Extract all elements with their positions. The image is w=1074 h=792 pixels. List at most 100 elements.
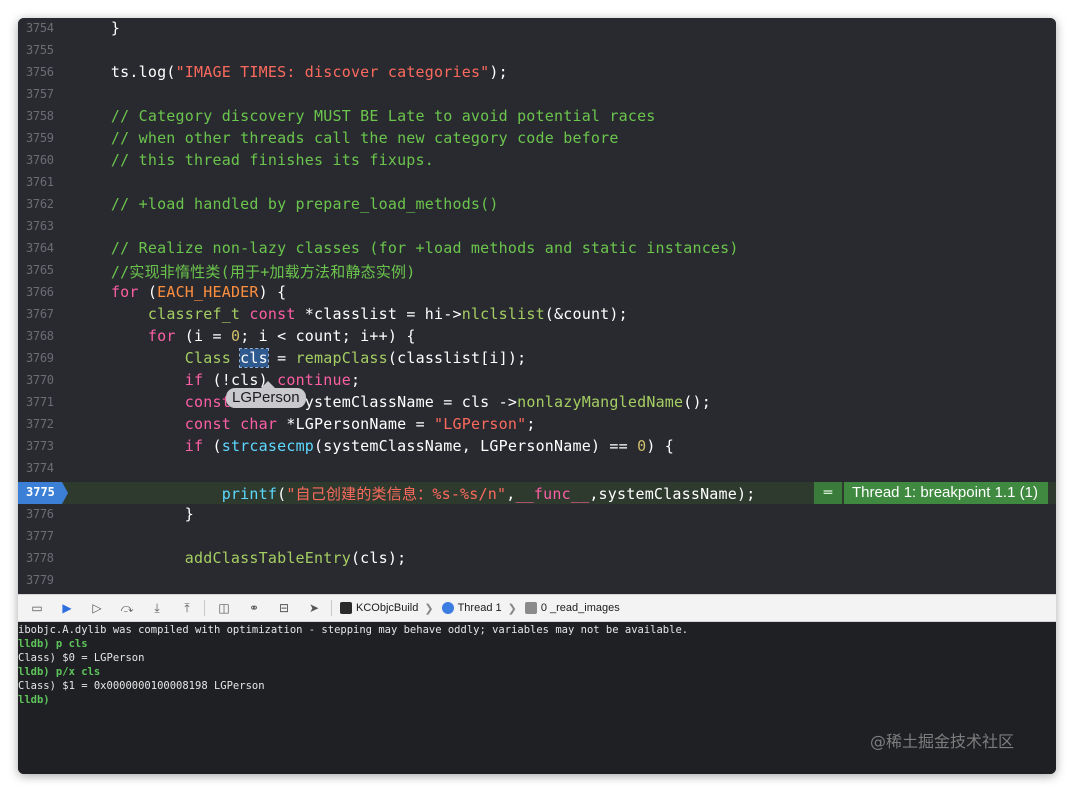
line-number: 3770 xyxy=(26,373,54,387)
lldb-prompt: lldb) xyxy=(18,694,50,706)
code-line[interactable]: 3778 addClassTableEntry(cls); xyxy=(18,548,1056,570)
code-token: log xyxy=(138,63,167,81)
step-out-icon[interactable]: ⤒ xyxy=(176,598,198,618)
line-number: 3759 xyxy=(26,131,54,145)
code-line[interactable]: 3757 xyxy=(18,84,1056,106)
code-token: ( xyxy=(277,485,287,503)
code-line[interactable]: 3761 xyxy=(18,172,1056,194)
source-editor[interactable]: 3754 } 3755 3756 ts.log("IMAGE TIMES: disc… xyxy=(18,18,1056,594)
code-line[interactable]: 3772 const char *LGPersonName = "LGPerso… xyxy=(18,414,1056,436)
selected-token: cls xyxy=(239,348,269,368)
code-token: (i = xyxy=(175,327,231,345)
code-text: // this thread finishes its fixups. xyxy=(74,151,434,169)
code-line[interactable]: 3760 // this thread finishes its fixups. xyxy=(18,150,1056,172)
lldb-prompt: lldb) xyxy=(18,638,50,650)
code-token: // Realize non-lazy classes (for +load m… xyxy=(74,239,739,257)
code-token: ; xyxy=(350,371,361,389)
thread-status-badge[interactable]: ═ Thread 1: breakpoint 1.1 (1) xyxy=(814,482,1048,504)
code-token: *systemClassName = cls -> xyxy=(277,393,518,411)
breakpoint-line[interactable]: 3775 printf("自己创建的类信息：%s-%s/n",__func__,… xyxy=(18,482,1056,504)
code-token: ( xyxy=(166,63,176,81)
code-token: ; i < count; i++) { xyxy=(240,327,416,345)
code-line[interactable]: 3755 xyxy=(18,40,1056,62)
code-line[interactable]: 3770 if (!cls) continue; xyxy=(18,370,1056,392)
thread-indicator-icon: ═ xyxy=(814,482,842,504)
console-text: p cls xyxy=(49,638,88,650)
code-token: "自己创建的类信息：%s-%s/n" xyxy=(286,485,507,503)
code-token: *classlist = hi-> xyxy=(295,305,462,323)
code-token: ; xyxy=(526,415,536,433)
line-number: 3760 xyxy=(26,153,54,167)
code-token: ts. xyxy=(74,63,139,81)
console-text: Class) $1 = 0x0000000100008198 LGPerson xyxy=(18,680,265,692)
code-token: (systemClassName, LGPersonName) == xyxy=(314,437,638,455)
code-line[interactable]: 3774 xyxy=(18,458,1056,480)
code-token: (cls); xyxy=(350,549,407,568)
breakpoints-toggle-icon[interactable]: ▶ xyxy=(56,598,78,618)
memory-graph-icon[interactable]: ⚭ xyxy=(243,598,265,618)
code-line[interactable]: 3769 Class cls = remapClass(classlist[i]… xyxy=(18,348,1056,370)
simulate-location-icon[interactable]: ➤ xyxy=(303,598,325,618)
code-line[interactable]: 3754 } xyxy=(18,18,1056,40)
code-token: ); xyxy=(489,63,508,81)
code-line[interactable]: 3759 // when other threads call the new … xyxy=(18,128,1056,150)
code-token: // +load handled by prepare_load_methods… xyxy=(74,195,499,213)
step-into-icon[interactable]: ⤓ xyxy=(146,598,168,618)
hide-debug-area-icon[interactable]: ▭ xyxy=(26,598,48,618)
code-line[interactable]: 3773 if (strcasecmp(systemClassName, LGP… xyxy=(18,436,1056,458)
code-line[interactable]: 3779 xyxy=(18,570,1056,592)
code-token: 0 xyxy=(230,327,241,345)
breadcrumb-item[interactable]: Thread 1 ❯ xyxy=(441,602,517,615)
code-token: (); xyxy=(683,393,711,411)
code-line[interactable]: 3777 xyxy=(18,526,1056,548)
line-number: 3778 xyxy=(26,551,54,566)
code-token: } xyxy=(74,505,194,524)
code-token: "IMAGE TIMES: discover categories" xyxy=(175,63,490,81)
breadcrumb-item[interactable]: 0 _read_images xyxy=(524,602,620,614)
chevron-right-icon: ❯ xyxy=(507,602,517,615)
code-token: strcasecmp xyxy=(221,437,315,455)
code-line[interactable]: 3766 for (EACH_HEADER) { xyxy=(18,282,1056,304)
code-token: nonlazyMangledName xyxy=(517,393,684,411)
code-text: classref_t const *classlist = hi->nlclsl… xyxy=(74,305,628,323)
code-line[interactable]: 3765 //实现非惰性类(用于+加载方法和静态实例) xyxy=(18,260,1056,282)
view-hierarchy-icon[interactable]: ◫ xyxy=(213,598,235,618)
environment-overrides-icon[interactable]: ⊟ xyxy=(273,598,295,618)
step-over-icon[interactable]: ⤼ xyxy=(116,598,138,618)
console-text: p/x cls xyxy=(49,666,101,678)
code-line[interactable]: 3768 for (i = 0; i < count; i++) { xyxy=(18,326,1056,348)
code-token: 0 xyxy=(637,437,647,455)
thread-status-label: Thread 1: breakpoint 1.1 (1) xyxy=(844,482,1048,504)
variable-value-tooltip: LGPerson xyxy=(226,381,306,408)
code-line[interactable]: 3764 // Realize non-lazy classes (for +l… xyxy=(18,238,1056,260)
breadcrumb-item[interactable]: KCObjcBuild ❯ xyxy=(340,602,434,615)
breakpoint-marker[interactable]: 3775 xyxy=(18,482,68,504)
code-line[interactable]: 3771 const char *systemClassName = cls -… xyxy=(18,392,1056,414)
code-line[interactable]: 3776 } xyxy=(18,504,1056,526)
debug-bar: ▭ ▶ ▷ ⤼ ⤓ ⤒ ◫ ⚭ ⊟ ➤ KCObjcBuild ❯ Thread 1 ❯ 0 _read_i… xyxy=(18,594,1056,622)
continue-icon[interactable]: ▷ xyxy=(86,598,108,618)
code-line[interactable]: 3756 ts.log("IMAGE TIMES: discover categ… xyxy=(18,62,1056,84)
code-token: char xyxy=(240,415,278,433)
line-number: 3773 xyxy=(26,439,54,453)
code-token: addClassTableEntry xyxy=(184,549,351,568)
line-number: 3766 xyxy=(26,285,54,299)
code-token: // Category discovery MUST BE Late to av… xyxy=(74,107,656,125)
code-line[interactable]: 3762 // +load handled by prepare_load_me… xyxy=(18,194,1056,216)
code-line[interactable]: 3758 // Category discovery MUST BE Late … xyxy=(18,106,1056,128)
breadcrumb-label: KCObjcBuild xyxy=(356,602,419,614)
code-line[interactable]: 3763 xyxy=(18,216,1056,238)
code-token: nlclslist xyxy=(461,305,545,323)
code-text: if (!cls) continue; xyxy=(74,371,360,389)
line-number: 3757 xyxy=(26,87,54,101)
terminal-icon xyxy=(340,602,352,614)
thread-icon xyxy=(441,602,454,614)
code-text: } xyxy=(74,19,120,37)
lldb-prompt: lldb) xyxy=(18,666,50,678)
console-line: lldb) xyxy=(18,694,50,706)
code-line[interactable]: 3767 classref_t const *classlist = hi->n… xyxy=(18,304,1056,326)
